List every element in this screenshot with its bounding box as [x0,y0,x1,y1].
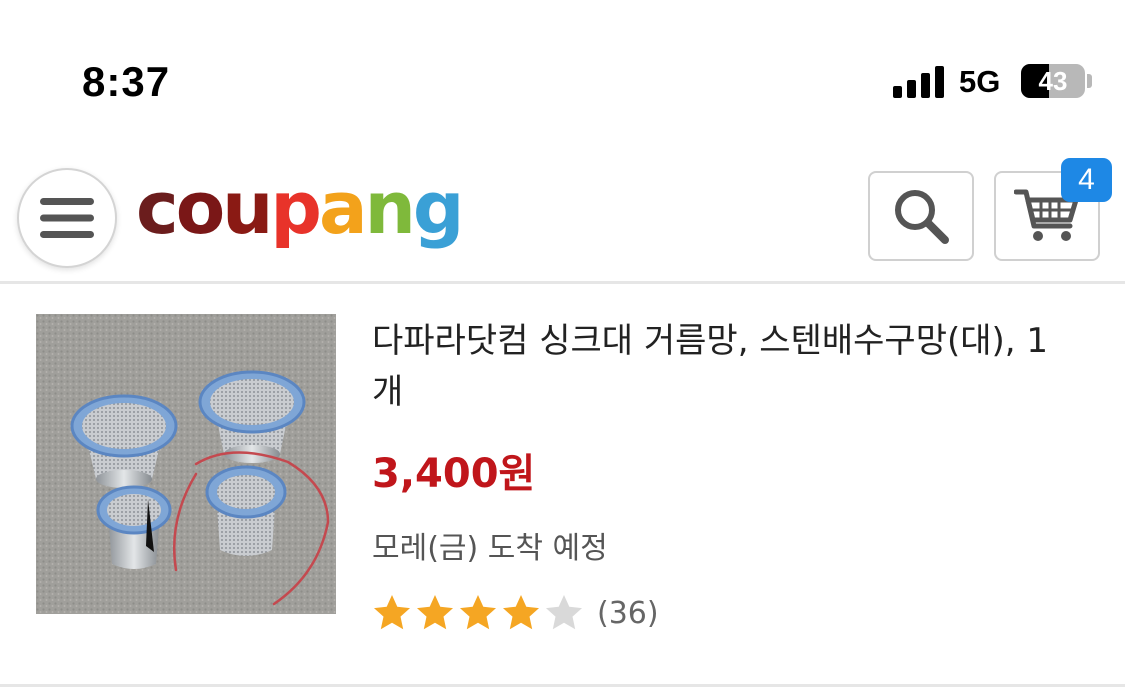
rating-stars [372,593,587,633]
search-icon [895,190,949,244]
product-photo [36,314,336,614]
network-label: 5G [959,64,1001,99]
search-button[interactable] [868,171,974,261]
star-filled-icon [374,595,410,630]
hamburger-icon [40,198,94,238]
list-divider [0,684,1125,687]
logo-letter: u [222,166,273,250]
logo-letter: p [270,166,322,250]
product-title[interactable]: 다파라닷컴 싱크대 거름망, 스텐배수구망(대), 1개 [372,316,1072,418]
logo-letter: a [318,166,368,250]
star-empty-icon [546,595,582,630]
star-filled-icon [503,595,539,630]
rating: (36) [372,593,659,633]
product-list-page: 8:37 5G 43 coupang 4 다파라닷컴 싱크대 거름망, 스텐배수… [0,0,1125,691]
battery-tip [1087,74,1092,88]
product-image[interactable] [36,314,336,614]
logo-letter: n [364,166,416,250]
star-filled-icon [417,595,453,630]
header-divider [0,281,1125,284]
logo-letter: g [412,166,465,250]
battery-level: 43 [1038,65,1068,96]
logo-letter: c [136,166,179,250]
menu-button[interactable] [17,168,117,268]
delivery-estimate: 모레(금) 도착 예정 [372,531,608,566]
coupang-logo[interactable]: coupang [136,172,464,244]
logo-letter: o [175,166,225,250]
signal-icon [893,66,944,98]
battery-icon: 43 [1021,64,1085,98]
status-time: 8:37 [82,58,171,105]
review-count: (36) [597,595,659,631]
cart-count-badge: 4 [1061,158,1112,202]
product-price: 3,400원 [372,451,536,497]
star-filled-icon [460,595,496,630]
